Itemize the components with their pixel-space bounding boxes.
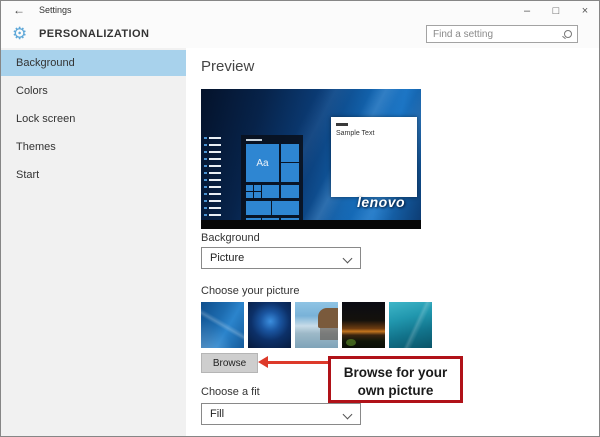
background-label: Background (201, 232, 260, 244)
background-type-value: Picture (210, 252, 245, 264)
background-type-select[interactable]: Picture (201, 247, 361, 269)
search-icon[interactable] (564, 30, 572, 38)
page-header: ⚙ PERSONALIZATION (1, 21, 599, 48)
taskbar (201, 220, 421, 229)
tile-aa: Aa (246, 144, 279, 182)
annotation-arrowhead (258, 356, 268, 368)
picture-thumbnail-5[interactable] (389, 302, 432, 348)
chevron-down-icon (342, 253, 353, 264)
settings-window: ← Settings – □ × ⚙ PERSONALIZATION Backg… (0, 0, 600, 437)
chevron-down-icon (342, 409, 353, 420)
tiles-group-dash (246, 139, 262, 141)
search-input[interactable] (427, 26, 565, 42)
start-menu-list-rail (204, 137, 207, 219)
callout-text-line1: Browse for your (343, 365, 448, 380)
choose-picture-label: Choose your picture (201, 285, 300, 297)
tile (281, 163, 299, 182)
sidebar-item-lock-screen[interactable]: Lock screen (1, 106, 186, 132)
start-menu-list (209, 137, 221, 219)
window-title: Settings (39, 5, 72, 15)
annotation-arrow (267, 361, 328, 364)
preview-heading: Preview (201, 58, 255, 75)
picture-thumbnail-3[interactable] (295, 302, 338, 348)
tile (262, 185, 279, 198)
minimize-button[interactable]: – (521, 5, 533, 17)
sidebar-item-background[interactable]: Background (1, 50, 186, 76)
sidebar-item-start[interactable]: Start (1, 162, 186, 188)
tile (246, 192, 253, 198)
close-button[interactable]: × (579, 5, 591, 17)
tile (246, 201, 271, 215)
sidebar-item-themes[interactable]: Themes (1, 134, 186, 160)
tile (281, 144, 299, 162)
sample-window-title-dash (336, 123, 348, 126)
tile (281, 185, 299, 198)
maximize-button[interactable]: □ (550, 5, 562, 17)
gear-icon: ⚙ (12, 24, 28, 43)
browse-button[interactable]: Browse (201, 353, 258, 373)
annotation-callout: Browse for your own picture (328, 356, 463, 403)
fit-select[interactable]: Fill (201, 403, 361, 425)
search-box[interactable] (426, 25, 578, 43)
sample-window: Sample Text (331, 117, 417, 197)
back-arrow-icon[interactable]: ← (13, 3, 25, 17)
lenovo-logo: lenovo (356, 194, 406, 210)
callout-text-line2: own picture (357, 383, 434, 398)
title-bar: ← Settings – □ × (1, 1, 599, 21)
tile (254, 185, 261, 191)
page-title: PERSONALIZATION (39, 28, 150, 40)
tile (254, 192, 261, 198)
sidebar-item-colors[interactable]: Colors (1, 78, 186, 104)
window-controls: – □ × (521, 1, 591, 21)
tile (246, 185, 253, 191)
sidebar: Background Colors Lock screen Themes Sta… (1, 48, 186, 436)
fit-value: Fill (210, 408, 225, 420)
start-menu-tiles: Aa (241, 135, 303, 229)
picture-thumbnail-2[interactable] (248, 302, 291, 348)
choose-fit-label: Choose a fit (201, 386, 260, 398)
desktop-preview: Aa Sample Text lenovo (201, 89, 421, 229)
tile (272, 201, 299, 215)
sample-text: Sample Text (336, 130, 375, 137)
picture-thumbnail-4[interactable] (342, 302, 385, 348)
picture-thumbnail-1[interactable] (201, 302, 244, 348)
